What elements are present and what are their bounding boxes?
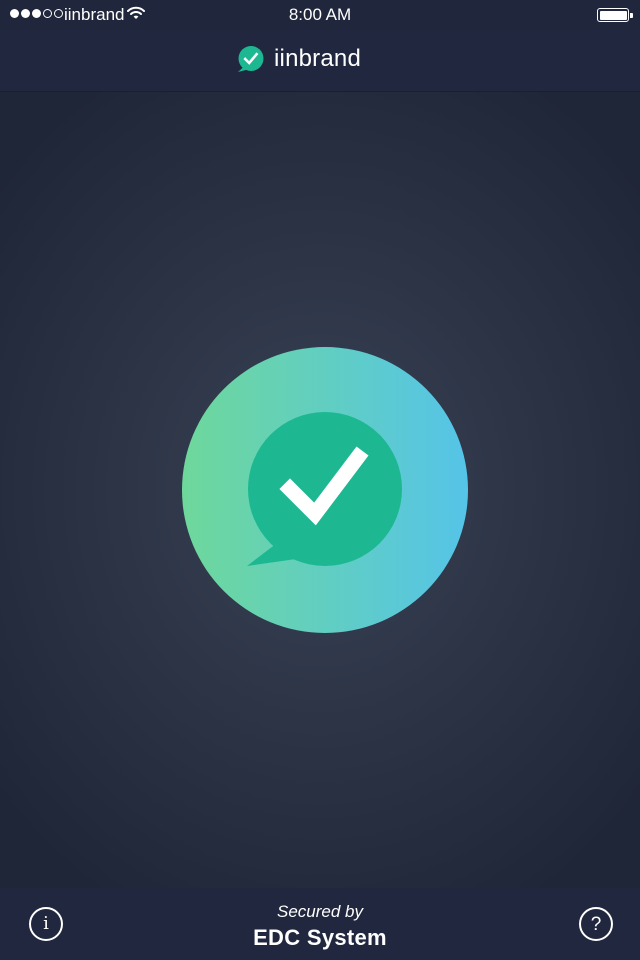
brand-name: iinbrand: [274, 45, 361, 72]
app-screen: iinbrand 8:00 AM iinbrand i Secured by E…: [0, 0, 640, 960]
help-button[interactable]: ?: [579, 907, 613, 941]
system-name: EDC System: [253, 925, 387, 950]
chat-check-icon: [182, 347, 468, 633]
battery-icon: [597, 8, 633, 22]
secured-by-label: Secured by: [277, 902, 363, 921]
app-footer: i Secured by EDC System ?: [0, 888, 640, 960]
status-bar: iinbrand 8:00 AM: [0, 0, 640, 30]
brand-logo: iinbrand: [236, 45, 361, 73]
chat-check-icon: [238, 46, 264, 72]
app-header: iinbrand: [0, 30, 640, 92]
status-time: 8:00 AM: [288, 5, 352, 24]
main-area: [0, 92, 640, 888]
